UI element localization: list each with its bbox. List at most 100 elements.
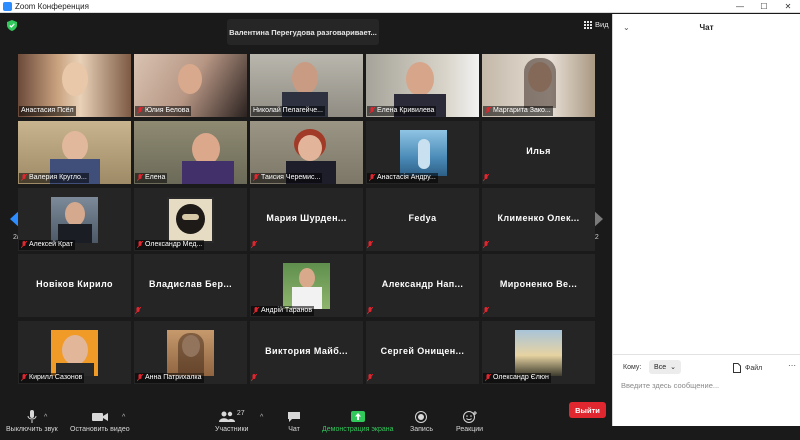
mic-muted-icon: [137, 173, 143, 181]
mic-muted-icon: [137, 106, 143, 114]
participant-name: Анастасия Псёл: [21, 106, 74, 114]
participant-tile[interactable]: Анастасія Андру...: [366, 121, 479, 184]
participant-name: Юлия Белова: [145, 106, 190, 114]
video-options-chevron-icon[interactable]: ^: [122, 414, 125, 421]
participant-tile[interactable]: Новіков Кирило: [18, 254, 131, 317]
participant-tile[interactable]: Мироненко Ве...: [482, 254, 595, 317]
participant-avatar: [515, 330, 562, 376]
participant-face: [62, 335, 88, 365]
mic-muted-icon: [485, 106, 491, 114]
participant-name-center: Новіков Кирило: [36, 279, 113, 289]
participant-tile[interactable]: Юлия Белова: [134, 54, 247, 117]
mic-muted-icon: [483, 173, 489, 181]
active-speaker-banner: Валентина Перегудова разговаривает...: [227, 19, 379, 45]
participant-tile[interactable]: Алексей Крат: [18, 188, 131, 251]
participant-tile[interactable]: Анастасия Псёл: [18, 54, 131, 117]
leave-meeting-button[interactable]: Выйти: [569, 402, 606, 418]
participant-tile[interactable]: Андрій Таранов: [250, 254, 363, 317]
participant-name-center: Александр Нап...: [381, 279, 464, 289]
more-options-icon[interactable]: ⋯: [788, 361, 796, 370]
participant-hair: [178, 333, 204, 373]
participant-name: Олександр Мед...: [145, 240, 203, 248]
participant-name-center: Мироненко Ве...: [499, 279, 578, 289]
participant-tile[interactable]: Елена Кривилева: [366, 54, 479, 117]
view-button[interactable]: Вид: [584, 20, 609, 29]
mic-muted-icon: [137, 240, 143, 248]
record-button[interactable]: Запись: [410, 410, 433, 433]
chat-recipient-select[interactable]: Все ⌄: [649, 360, 681, 374]
participant-face: [62, 62, 88, 96]
mic-muted-icon: [21, 373, 27, 381]
mic-muted-icon: [21, 240, 27, 248]
participant-body: [182, 161, 234, 184]
participant-tile[interactable]: Клименко Олек...: [482, 188, 595, 251]
participant-face: [406, 62, 434, 96]
mic-muted-icon: [251, 240, 257, 248]
maximize-icon[interactable]: ☐: [752, 0, 776, 13]
mic-muted-icon: [135, 306, 141, 314]
participant-tile[interactable]: Елена: [134, 121, 247, 184]
participant-tile[interactable]: Олександр Мед...: [134, 188, 247, 251]
window-titlebar: Zoom Конференция — ☐ ✕: [0, 0, 800, 13]
share-screen-button[interactable]: Демонстрация экрана: [322, 410, 394, 433]
participants-options-chevron-icon[interactable]: ^: [260, 414, 263, 421]
participant-name: Анастасія Андру...: [377, 173, 436, 181]
participants-button[interactable]: 27 Участники: [215, 410, 248, 433]
participant-avatar-eyes: [182, 214, 199, 220]
participant-name: Анна Патрихалка: [145, 373, 202, 381]
participant-tile[interactable]: Валерия Кругло...: [18, 121, 131, 184]
mute-button[interactable]: Выключить звук: [6, 410, 58, 433]
chat-panel: ⌄ Чат Кому: Все ⌄ Файл ⋯: [612, 14, 800, 426]
participant-tile[interactable]: Виктория Майб...: [250, 321, 363, 384]
participant-name: Елена Кривилева: [377, 106, 435, 114]
window-controls: — ☐ ✕: [728, 0, 800, 13]
participant-name: Валерия Кругло...: [29, 173, 87, 181]
stop-video-button[interactable]: Остановить видео: [70, 410, 130, 433]
participant-name-center: Илья: [526, 146, 551, 156]
participant-tile[interactable]: Илья: [482, 121, 595, 184]
participant-name-center: Клименко Олек...: [497, 213, 580, 223]
participant-face: [178, 64, 202, 94]
security-shield-icon[interactable]: [7, 20, 17, 31]
mic-muted-icon: [369, 173, 375, 181]
participant-tile[interactable]: Таисия Черемис...: [250, 121, 363, 184]
reactions-smiley-icon: [462, 411, 477, 423]
chevron-down-icon: ⌄: [670, 364, 676, 371]
participant-tile[interactable]: Мария Шурден...: [250, 188, 363, 251]
participant-face: [299, 268, 315, 288]
participant-tile[interactable]: Александр Нап...: [366, 254, 479, 317]
close-icon[interactable]: ✕: [776, 0, 800, 13]
chat-title: Чат: [699, 23, 714, 32]
participant-name: Олександр Єлюн: [493, 373, 549, 381]
chat-message-input[interactable]: [621, 378, 793, 392]
participant-name: Алексей Крат: [29, 240, 73, 248]
participant-tile[interactable]: Fedya: [366, 188, 479, 251]
reactions-button[interactable]: Реакции: [456, 410, 483, 433]
participant-name-center: Мария Шурден...: [266, 213, 347, 223]
mic-muted-icon: [253, 173, 259, 181]
participant-tile[interactable]: Николай Пелагейче...: [250, 54, 363, 117]
participant-face: [292, 62, 318, 94]
chat-divider: [613, 354, 800, 355]
participant-name-center: Владислав Бер...: [148, 279, 233, 289]
file-icon: [733, 363, 741, 373]
participant-name: Маргарита Зако...: [493, 106, 551, 114]
participant-face: [298, 135, 322, 161]
chat-button[interactable]: Чат: [287, 410, 301, 433]
share-screen-icon: [350, 411, 365, 422]
participant-hair: [524, 58, 556, 108]
audio-options-chevron-icon[interactable]: ^: [44, 414, 47, 421]
participant-tile[interactable]: Анна Патрихалка: [134, 321, 247, 384]
participant-face: [62, 131, 88, 161]
participant-tile[interactable]: Олександр Єлюн: [482, 321, 595, 384]
microphone-icon: [27, 410, 37, 423]
participant-name-center: Fedya: [408, 213, 437, 223]
participant-tile[interactable]: Сергей Онищен...: [366, 321, 479, 384]
participant-name-center: Виктория Майб...: [265, 346, 348, 356]
chat-file-button[interactable]: Файл: [733, 363, 762, 373]
participant-tile[interactable]: Владислав Бер...: [134, 254, 247, 317]
participant-tile[interactable]: Маргарита Зако...: [482, 54, 595, 117]
participant-name: Николай Пелагейче...: [253, 106, 323, 114]
participant-tile[interactable]: Кирилл Сазонов: [18, 321, 131, 384]
minimize-icon[interactable]: —: [728, 0, 752, 13]
